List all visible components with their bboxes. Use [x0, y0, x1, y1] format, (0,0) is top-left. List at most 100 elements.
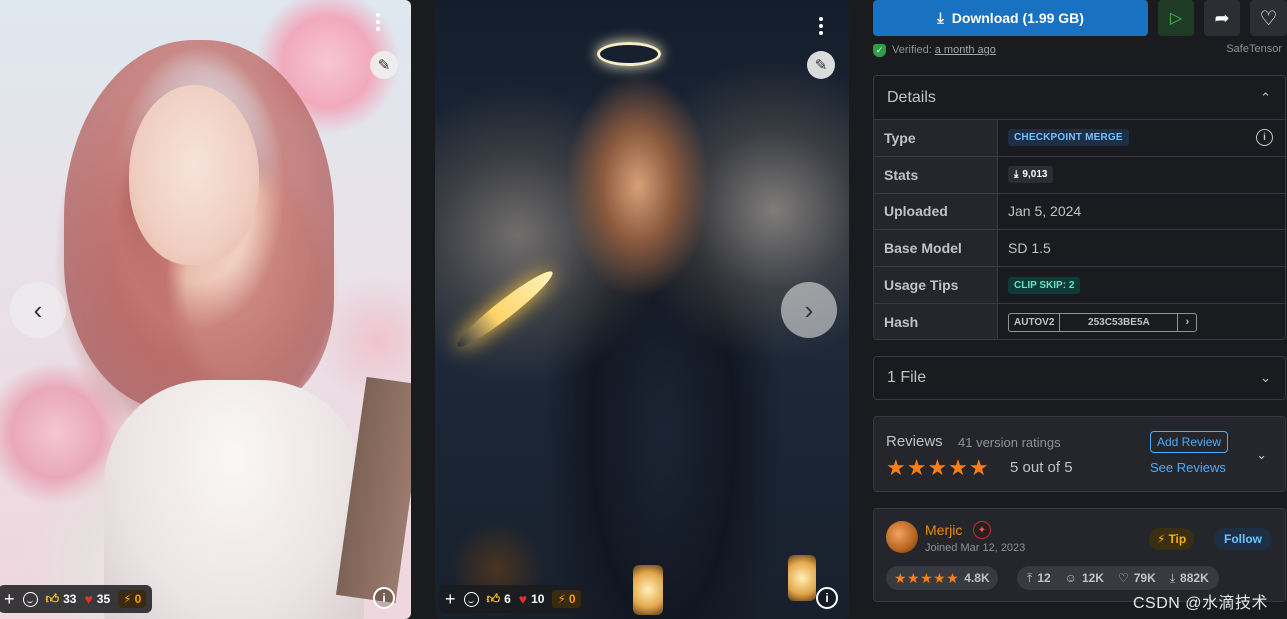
thumbs-up-icon: 👍︎	[486, 591, 501, 606]
image-detail	[633, 565, 663, 615]
upload-icon: ⤒	[1027, 570, 1033, 585]
favorites-count: 79K	[1133, 571, 1156, 585]
brush-icon[interactable]: ✎	[370, 51, 398, 79]
details-row-base-model: Base Model SD 1.5	[874, 230, 1285, 268]
image-detail	[104, 380, 364, 619]
creator-rating: ★★★★★ 4.8K	[886, 566, 998, 590]
details-row-hash: Hash AUTOV2 253C53BE5A ›	[874, 303, 1285, 339]
chevron-right-icon: ›	[804, 294, 814, 325]
info-icon[interactable]: i	[373, 587, 395, 609]
creator-name-link[interactable]: Merjic	[925, 522, 962, 538]
heart-outline-icon: ♡	[1117, 571, 1129, 585]
chevron-right-icon[interactable]: ›	[1178, 314, 1196, 331]
image-gallery: ✎ + 👍︎ 33 ♥ 35 ⚡︎ 0 i ✎ ‹ › + 👍︎ 6 ♥ 10 …	[0, 0, 860, 619]
bolt-icon: ⚡︎	[123, 592, 132, 606]
file-format: SafeTensor	[1226, 43, 1282, 55]
hash-value[interactable]: 253C53BE5A	[1060, 313, 1179, 331]
favorite-button[interactable]: ♡	[1250, 0, 1287, 36]
files-title: 1 File	[887, 369, 927, 386]
like-reaction[interactable]: 👍︎ 33	[46, 591, 77, 607]
creator-card: Merjic ✦ Joined Mar 12, 2023 ⚡︎ Tip Follo…	[873, 508, 1286, 602]
model-page: ✎ + 👍︎ 33 ♥ 35 ⚡︎ 0 i ✎ ‹ › + 👍︎ 6 ♥ 10 …	[0, 0, 1287, 619]
star-rating: ★★★★★	[886, 455, 990, 480]
thumbs-up-icon: 👍︎	[45, 591, 60, 606]
uploaded-date: Jan 5, 2024	[998, 193, 1285, 230]
smile-icon[interactable]	[463, 591, 479, 607]
share-button[interactable]: ➦	[1204, 0, 1240, 36]
heart-count: 10	[531, 592, 545, 606]
model-details-panel: ⤓ Download (1.99 GB) ▷ ➦ ♡ ✓ Verified: a…	[873, 0, 1287, 619]
heart-reaction[interactable]: ♥ 35	[84, 591, 110, 607]
download-icon: ⤓	[1169, 570, 1176, 585]
add-reaction-icon[interactable]: +	[4, 589, 15, 610]
files-section[interactable]: 1 File ⌄	[873, 356, 1286, 400]
buzz-count: 0	[568, 592, 576, 606]
verification-status: ✓ Verified: a month ago SafeTensor	[873, 42, 1287, 58]
play-icon: ▷	[1169, 10, 1183, 27]
prev-image-button[interactable]: ‹	[10, 282, 66, 338]
chevron-down-icon[interactable]: ⌄	[1256, 447, 1267, 463]
bolt-icon: ⚡︎	[557, 592, 566, 606]
download-label: Download (1.99 GB)	[951, 10, 1084, 26]
tip-button[interactable]: ⚡︎ Tip	[1149, 528, 1195, 550]
chevron-up-icon: ⌃	[1260, 89, 1271, 105]
image-detail	[788, 555, 816, 601]
add-review-button[interactable]: Add Review	[1150, 431, 1229, 453]
dots-vertical-icon[interactable]	[368, 10, 388, 34]
row-label: Base Model	[874, 230, 998, 267]
image-detail	[452, 264, 558, 354]
image-detail	[129, 85, 259, 265]
add-reaction-icon[interactable]: +	[445, 589, 456, 610]
buzz-count: 0	[134, 592, 142, 606]
details-header[interactable]: Details ⌃	[874, 76, 1285, 120]
verified-time-link[interactable]: a month ago	[935, 44, 996, 56]
watermark-text: CSDN @水滴技术	[1133, 595, 1269, 612]
details-row-type: Type CHECKPOINT MERGE i	[874, 120, 1285, 157]
info-icon[interactable]: i	[1256, 129, 1273, 147]
downloads-badge: ⤓ 9,013	[1008, 166, 1054, 184]
hash-selector[interactable]: AUTOV2 253C53BE5A ›	[1008, 312, 1198, 332]
details-title: Details	[887, 88, 936, 106]
download-icon: ⤓	[937, 9, 944, 27]
run-button[interactable]: ▷	[1158, 0, 1194, 36]
row-label: Stats	[874, 156, 998, 193]
buzz-reaction[interactable]: ⚡︎ 0	[118, 590, 147, 608]
like-reaction[interactable]: 👍︎ 6	[487, 591, 511, 607]
dots-vertical-icon[interactable]	[811, 14, 831, 38]
heart-reaction[interactable]: ♥ 10	[519, 591, 545, 607]
ratings-count: 41 version ratings	[958, 435, 1061, 450]
share-icon: ➦	[1214, 7, 1230, 28]
type-badge: CHECKPOINT MERGE	[1008, 129, 1129, 147]
download-count: 9,013	[1022, 169, 1048, 181]
rating-score: 5 out of 5	[1010, 459, 1073, 476]
download-button[interactable]: ⤓ Download (1.99 GB)	[873, 0, 1148, 36]
users-icon: ☺	[1064, 571, 1077, 585]
bolt-icon: ⚡︎	[1157, 532, 1166, 546]
row-label: Usage Tips	[874, 267, 998, 303]
downloads-count: 882K	[1180, 571, 1209, 585]
reviews-section: Reviews 41 version ratings ★★★★★ 5 out o…	[873, 416, 1286, 492]
star-rating: ★★★★★	[894, 569, 960, 586]
reaction-bar[interactable]: + 👍︎ 33 ♥ 35 ⚡︎ 0	[0, 585, 153, 613]
next-image-button[interactable]: ›	[781, 282, 837, 338]
followers-count: 12K	[1081, 571, 1104, 585]
follow-button[interactable]: Follow	[1214, 528, 1272, 550]
reaction-bar[interactable]: + 👍︎ 6 ♥ 10 ⚡︎ 0	[439, 585, 587, 613]
smile-icon[interactable]	[22, 591, 38, 607]
creator-stats: ⤒ 12 ☺ 12K ♡ 79K ⤓ 882K	[1017, 566, 1219, 590]
joined-date: Joined Mar 12, 2023	[925, 542, 1026, 554]
info-icon[interactable]: i	[816, 587, 838, 609]
creator-badge-icon: ✦	[973, 521, 991, 539]
heart-icon: ♥	[84, 591, 93, 607]
buzz-reaction[interactable]: ⚡︎ 0	[552, 590, 581, 608]
details-row-uploaded: Uploaded Jan 5, 2024	[874, 193, 1285, 231]
hash-type: AUTOV2	[1009, 313, 1061, 331]
verified-label: Verified:	[892, 44, 932, 56]
row-label: Hash	[874, 303, 998, 339]
details-section: Details ⌃ Type CHECKPOINT MERGE i Stats …	[873, 75, 1286, 340]
action-bar: ⤓ Download (1.99 GB) ▷ ➦ ♡	[873, 0, 1287, 36]
see-reviews-link[interactable]: See Reviews	[1150, 460, 1226, 475]
brush-icon[interactable]: ✎	[807, 51, 835, 79]
base-model-value: SD 1.5	[998, 230, 1285, 267]
avatar[interactable]	[886, 521, 918, 553]
